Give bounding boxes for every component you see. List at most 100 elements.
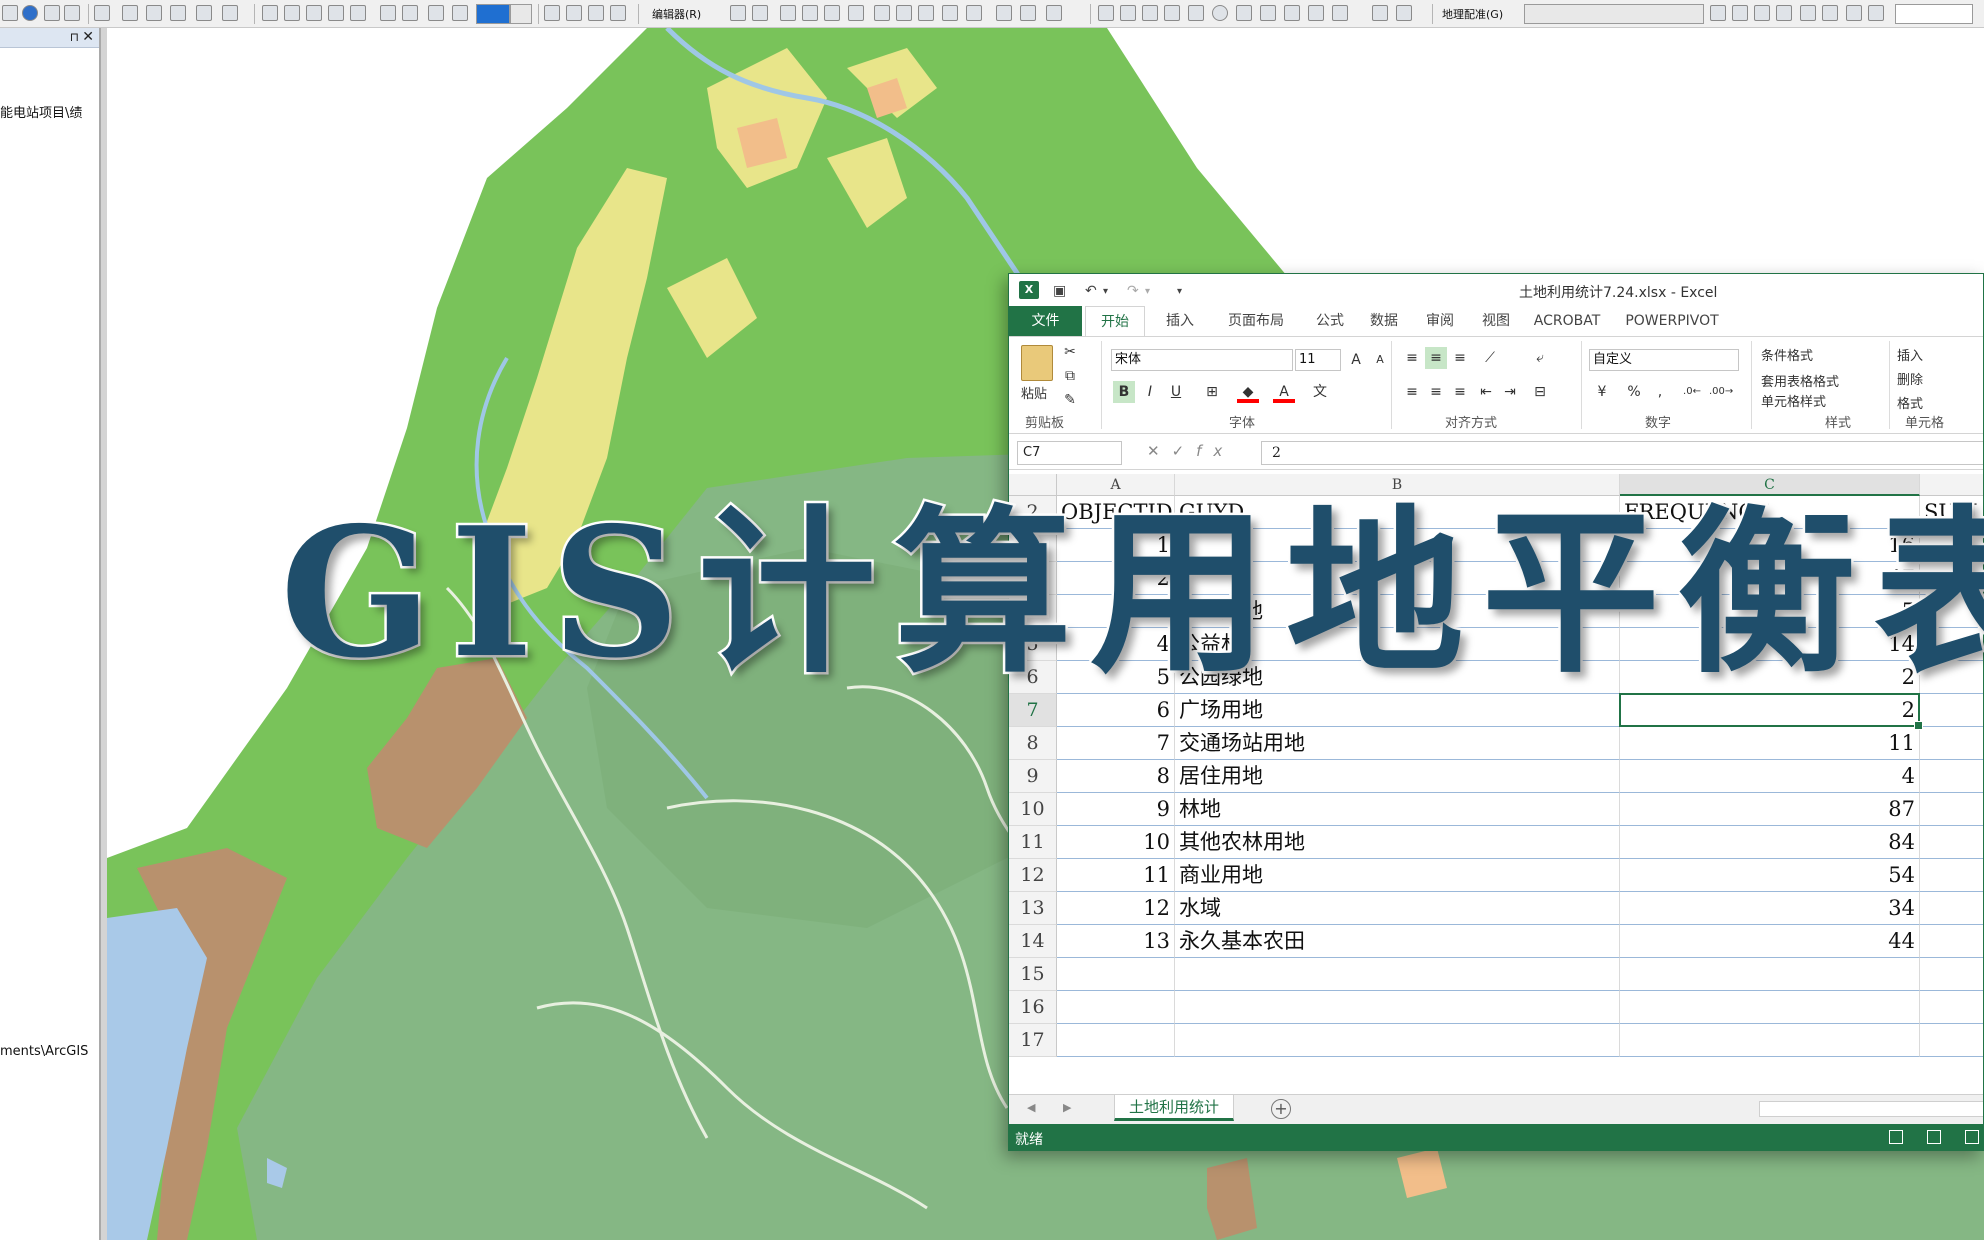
layout-tool-icon[interactable] [284,5,300,21]
page-icon[interactable] [588,5,604,21]
zoom-out-icon[interactable] [452,5,468,21]
zoom-to-selected-icon[interactable] [222,5,238,21]
georef-tool-icon[interactable] [1120,5,1136,21]
cancel-icon[interactable]: ✕ [1147,442,1172,460]
fill-color-icon[interactable]: ◆ [1237,381,1259,403]
row-header[interactable]: 8 [1009,727,1057,760]
normal-view-icon[interactable] [1889,1130,1903,1144]
cell-sum[interactable] [1920,892,1983,925]
wrap-text-icon[interactable]: ⤶ [1529,347,1551,369]
georef-tool-icon[interactable] [1236,5,1252,21]
borders-icon[interactable]: ⊞ [1201,381,1223,403]
georef-tool-icon[interactable] [1372,5,1388,21]
underline-button[interactable]: U [1165,381,1187,403]
align-top-icon[interactable]: ≡ [1401,347,1423,369]
go-to-xy-icon[interactable] [146,5,162,21]
undo-icon[interactable]: ↶ [1085,283,1097,299]
cell-frequency[interactable]: 4 [1620,760,1920,793]
row-header[interactable]: 14 [1009,925,1057,958]
edit-tool-icon[interactable] [730,5,746,21]
font-size-select[interactable]: 11 [1295,349,1341,371]
percent-button[interactable]: % [1623,381,1645,403]
cell-frequency[interactable] [1620,991,1920,1024]
cell-objectid[interactable] [1057,991,1175,1024]
copy-icon[interactable]: ⧉ [1059,365,1081,387]
cell-objectid[interactable]: 9 [1057,793,1175,826]
cell-landuse-name[interactable] [1175,1024,1620,1057]
row-header[interactable]: 13 [1009,892,1057,925]
find-icon[interactable] [94,5,110,21]
align-bottom-icon[interactable]: ≡ [1449,347,1471,369]
georef-tool-icon[interactable] [1800,5,1816,21]
create-features-icon[interactable] [1020,5,1036,21]
cell-frequency[interactable] [1620,1024,1920,1057]
cell-frequency[interactable]: 54 [1620,859,1920,892]
row-header[interactable]: 15 [1009,958,1057,991]
cell-sum[interactable] [1920,727,1983,760]
chevron-down-icon[interactable]: ▾ [1145,286,1150,297]
georef-tool-icon[interactable] [1776,5,1792,21]
globe-icon[interactable] [1212,5,1228,21]
layout-view-icon[interactable] [544,5,560,21]
georef-tool-icon[interactable] [1284,5,1300,21]
edit-annotation-icon[interactable] [752,5,768,21]
georeferencing-menu[interactable]: 地理配准(G) [1442,6,1503,22]
save-icon[interactable]: ▣ [1053,283,1066,299]
cell-objectid[interactable]: 8 [1057,760,1175,793]
sheet-tab[interactable]: 土地利用统计 [1114,1095,1235,1121]
decrease-font-icon[interactable]: A [1369,349,1391,371]
georef-tool-icon[interactable] [1098,5,1114,21]
cell-landuse-name[interactable]: 居住用地 [1175,760,1620,793]
pin-icon[interactable]: ⊓ [70,30,79,44]
format-cells-button[interactable]: 格式 [1897,393,1923,412]
color-swatch-dropdown[interactable] [476,4,510,24]
scroll-right-icon[interactable]: ▶ [1063,1101,1071,1114]
chevron-down-icon[interactable] [510,4,532,24]
layout-tool-icon[interactable] [350,5,366,21]
cell-objectid[interactable] [1057,958,1175,991]
add-sheet-button[interactable]: + [1271,1099,1291,1119]
insert-cells-button[interactable]: 插入 [1897,345,1923,364]
georef-tool-icon[interactable] [1260,5,1276,21]
cell-landuse-name[interactable] [1175,958,1620,991]
cell-sum[interactable] [1920,991,1983,1024]
select-features-icon[interactable] [196,5,212,21]
georef-tool-icon[interactable] [1188,5,1204,21]
layout-tool-icon[interactable] [328,5,344,21]
customize-quick-access-icon[interactable]: ▾ [1177,286,1182,297]
layer-dropdown[interactable] [1524,4,1704,24]
formula-input[interactable]: 2 [1261,441,1983,465]
cell-frequency[interactable]: 87 [1620,793,1920,826]
font-name-select[interactable]: 宋体 [1111,349,1293,371]
chevron-down-icon[interactable]: ▾ [1103,286,1108,297]
grid-icon[interactable] [402,5,418,21]
delete-cells-button[interactable]: 删除 [1897,369,1923,388]
sketch-properties-icon[interactable] [996,5,1012,21]
close-icon[interactable]: ✕ [82,29,94,45]
toc-path-top[interactable]: 能电站项目\绩 [0,102,82,121]
comma-button[interactable]: , [1649,381,1671,403]
refresh-icon[interactable] [1868,5,1884,21]
row-header[interactable]: 16 [1009,991,1057,1024]
cell-objectid[interactable]: 13 [1057,925,1175,958]
redo-icon[interactable]: ↷ [1127,283,1139,299]
orientation-icon[interactable]: ⟋ [1479,347,1501,369]
align-right-icon[interactable]: ≡ [1449,381,1471,403]
time-slider-icon[interactable] [170,5,186,21]
cell-landuse-name[interactable]: 永久基本农田 [1175,925,1620,958]
georef-tool-icon[interactable] [1142,5,1158,21]
cell-objectid[interactable]: 7 [1057,727,1175,760]
currency-icon[interactable]: ¥ [1591,381,1613,403]
cell-styles-button[interactable]: 单元格样式 [1761,391,1826,410]
decrease-decimal-icon[interactable]: .00→ [1709,381,1733,403]
page-break-view-icon[interactable] [1965,1130,1979,1144]
increase-indent-icon[interactable]: ⇥ [1499,381,1521,403]
cell-frequency[interactable] [1620,958,1920,991]
scale-input[interactable] [1895,4,1973,24]
format-as-table-button[interactable]: 套用表格格式 [1761,371,1839,390]
horizontal-scrollbar[interactable] [1759,1101,1983,1117]
italic-button[interactable]: I [1139,381,1161,403]
increase-decimal-icon[interactable]: .0← [1681,381,1703,403]
cell-sum[interactable] [1920,826,1983,859]
grid-icon[interactable] [380,5,396,21]
